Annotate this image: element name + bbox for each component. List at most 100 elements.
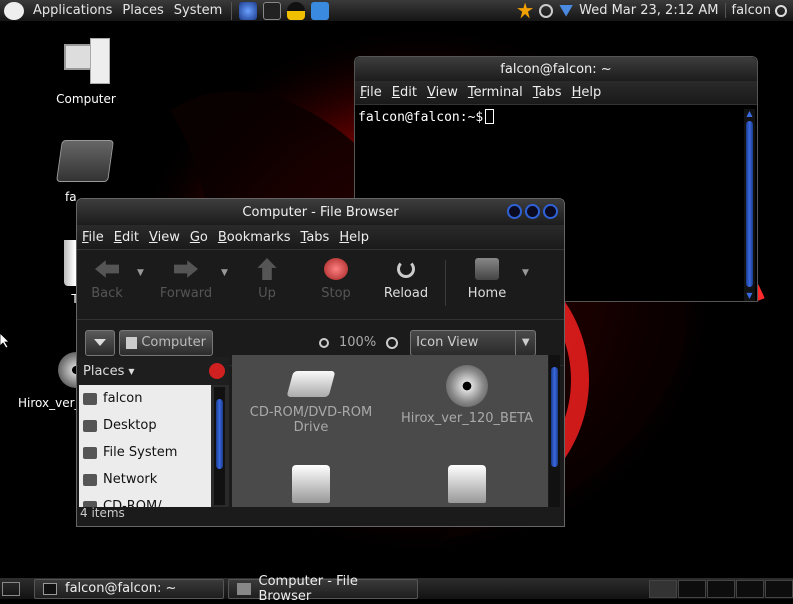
tux-launcher-icon[interactable] [287, 2, 305, 20]
workspace-4[interactable] [736, 580, 764, 598]
file-item-label: CD-ROM/DVD-ROM [236, 405, 386, 420]
workspace-5[interactable] [765, 580, 793, 598]
menu-view[interactable]: View [144, 230, 185, 245]
zoom-in-icon[interactable] [386, 337, 398, 349]
workspace-switcher [648, 580, 793, 598]
file-browser-titlebar[interactable]: Computer - File Browser [77, 199, 564, 225]
menu-file[interactable]: File [77, 230, 109, 245]
sidebar-item-network[interactable]: Network [79, 466, 211, 493]
terminal-scrollbar[interactable]: ▲ ▼ [744, 109, 755, 301]
minimize-button[interactable] [507, 204, 522, 219]
editor-launcher-icon[interactable] [311, 2, 329, 20]
window-controls [507, 204, 558, 219]
scrollbar-thumb[interactable] [551, 367, 558, 467]
show-desktop-button[interactable] [2, 582, 20, 596]
scroll-down-arrow-icon[interactable]: ▼ [744, 291, 755, 301]
network-tray-icon[interactable] [559, 5, 573, 17]
path-button-computer[interactable]: Computer [119, 330, 213, 356]
hard-drive-icon [448, 465, 486, 503]
menu-help[interactable]: Help [334, 230, 374, 245]
menu-go[interactable]: Go [185, 230, 213, 245]
toolbar-overflow-dropdown[interactable]: ▼ [522, 258, 536, 278]
reload-label: Reload [384, 286, 428, 301]
reload-button[interactable]: Reload [373, 258, 439, 301]
file-item-drive[interactable] [392, 465, 542, 503]
update-notifier-icon[interactable] [517, 3, 533, 19]
sidebar-item-file-system[interactable]: File System [79, 439, 211, 466]
file-browser-small-icon [237, 583, 251, 595]
applications-menu[interactable]: Applications [28, 3, 117, 18]
content-scrollbar[interactable] [549, 355, 560, 507]
zoom-out-icon[interactable] [319, 338, 329, 348]
up-arrow-icon [255, 258, 279, 280]
icon-view[interactable]: CD-ROM/DVD-ROM Drive Hirox_ver_120_BETA [232, 355, 548, 507]
toggle-location-button[interactable] [85, 330, 115, 356]
sidebar-item-cdrom[interactable]: CD-ROM/... [79, 493, 211, 507]
scroll-up-arrow-icon[interactable]: ▲ [744, 109, 755, 119]
workspace-2[interactable] [678, 580, 706, 598]
menu-bookmarks[interactable]: Bookmarks [213, 230, 296, 245]
close-sidebar-icon[interactable] [209, 363, 225, 379]
desktop-icon-computer[interactable]: Computer [50, 36, 122, 106]
sidebar-item-label: File System [103, 445, 177, 460]
menu-file[interactable]: File [355, 85, 387, 100]
file-item-label-line2: Drive [236, 420, 386, 435]
scrollbar-thumb[interactable] [216, 399, 223, 469]
workspace-1[interactable] [649, 580, 677, 598]
up-button[interactable]: Up [235, 258, 299, 301]
terminal-launcher-icon[interactable] [263, 2, 281, 20]
sidebar-header: Places ▼ [79, 357, 229, 385]
sidebar-type-select[interactable]: Places [83, 364, 124, 379]
desktop-icon-home[interactable]: fa [55, 140, 115, 204]
settings-tray-icon[interactable] [539, 4, 553, 18]
back-arrow-icon [95, 258, 119, 280]
menu-edit[interactable]: Edit [109, 230, 144, 245]
view-mode-select[interactable]: Icon View ▼ [410, 330, 536, 356]
workspace-3[interactable] [707, 580, 735, 598]
menu-terminal[interactable]: Terminal [463, 85, 528, 100]
user-switcher[interactable]: falcon [725, 3, 793, 18]
power-icon[interactable] [775, 5, 787, 17]
drive-small-icon [83, 447, 97, 459]
back-history-dropdown[interactable]: ▼ [137, 258, 151, 278]
file-item-hirox[interactable]: Hirox_ver_120_BETA [392, 365, 542, 426]
zoom-level[interactable]: 100% [339, 335, 376, 350]
clock[interactable]: Wed Mar 23, 2:12 AM [579, 3, 718, 18]
browser-launcher-icon[interactable] [239, 2, 257, 20]
scrollbar-thumb[interactable] [746, 121, 753, 287]
task-label: falcon@falcon: ~ [65, 581, 176, 596]
home-button[interactable]: Home [452, 258, 522, 301]
sidebar-scrollbar[interactable] [214, 387, 225, 505]
close-button[interactable] [543, 204, 558, 219]
menu-edit[interactable]: Edit [387, 85, 422, 100]
file-item-label: Hirox_ver_120_BETA [392, 411, 542, 426]
sidebar-item-falcon[interactable]: falcon [79, 385, 211, 412]
sidebar-item-desktop[interactable]: Desktop [79, 412, 211, 439]
menu-tabs[interactable]: Tabs [296, 230, 335, 245]
home-label: Home [468, 286, 506, 301]
main-menu-icon[interactable] [4, 2, 24, 20]
home-icon [475, 258, 499, 280]
places-menu[interactable]: Places [117, 3, 168, 18]
file-browser-window[interactable]: Computer - File Browser File Edit View G… [76, 198, 565, 527]
terminal-titlebar[interactable]: falcon@falcon: ~ [355, 57, 757, 81]
sidebar-item-label: Network [103, 472, 157, 487]
window-title: falcon@falcon: ~ [500, 62, 611, 77]
chevron-down-icon[interactable]: ▼ [128, 367, 134, 376]
taskbar-item-file-browser[interactable]: Computer - File Browser [228, 579, 418, 599]
shell-prompt: falcon@falcon:~$ [358, 110, 483, 125]
menu-tabs[interactable]: Tabs [528, 85, 567, 100]
system-menu[interactable]: System [169, 3, 227, 18]
panel-separator [231, 2, 232, 20]
menu-help[interactable]: Help [567, 85, 607, 100]
menu-view[interactable]: View [422, 85, 463, 100]
maximize-button[interactable] [525, 204, 540, 219]
file-item-drive[interactable] [236, 465, 386, 503]
places-list: falcon Desktop File System Network CD-RO… [79, 385, 211, 507]
forward-button[interactable]: Forward [151, 258, 221, 301]
forward-history-dropdown[interactable]: ▼ [221, 258, 235, 278]
taskbar-item-terminal[interactable]: falcon@falcon: ~ [34, 579, 224, 599]
back-button[interactable]: Back [77, 258, 137, 301]
file-item-cdrom-drive[interactable]: CD-ROM/DVD-ROM Drive [236, 371, 386, 435]
stop-button[interactable]: Stop [299, 258, 373, 301]
